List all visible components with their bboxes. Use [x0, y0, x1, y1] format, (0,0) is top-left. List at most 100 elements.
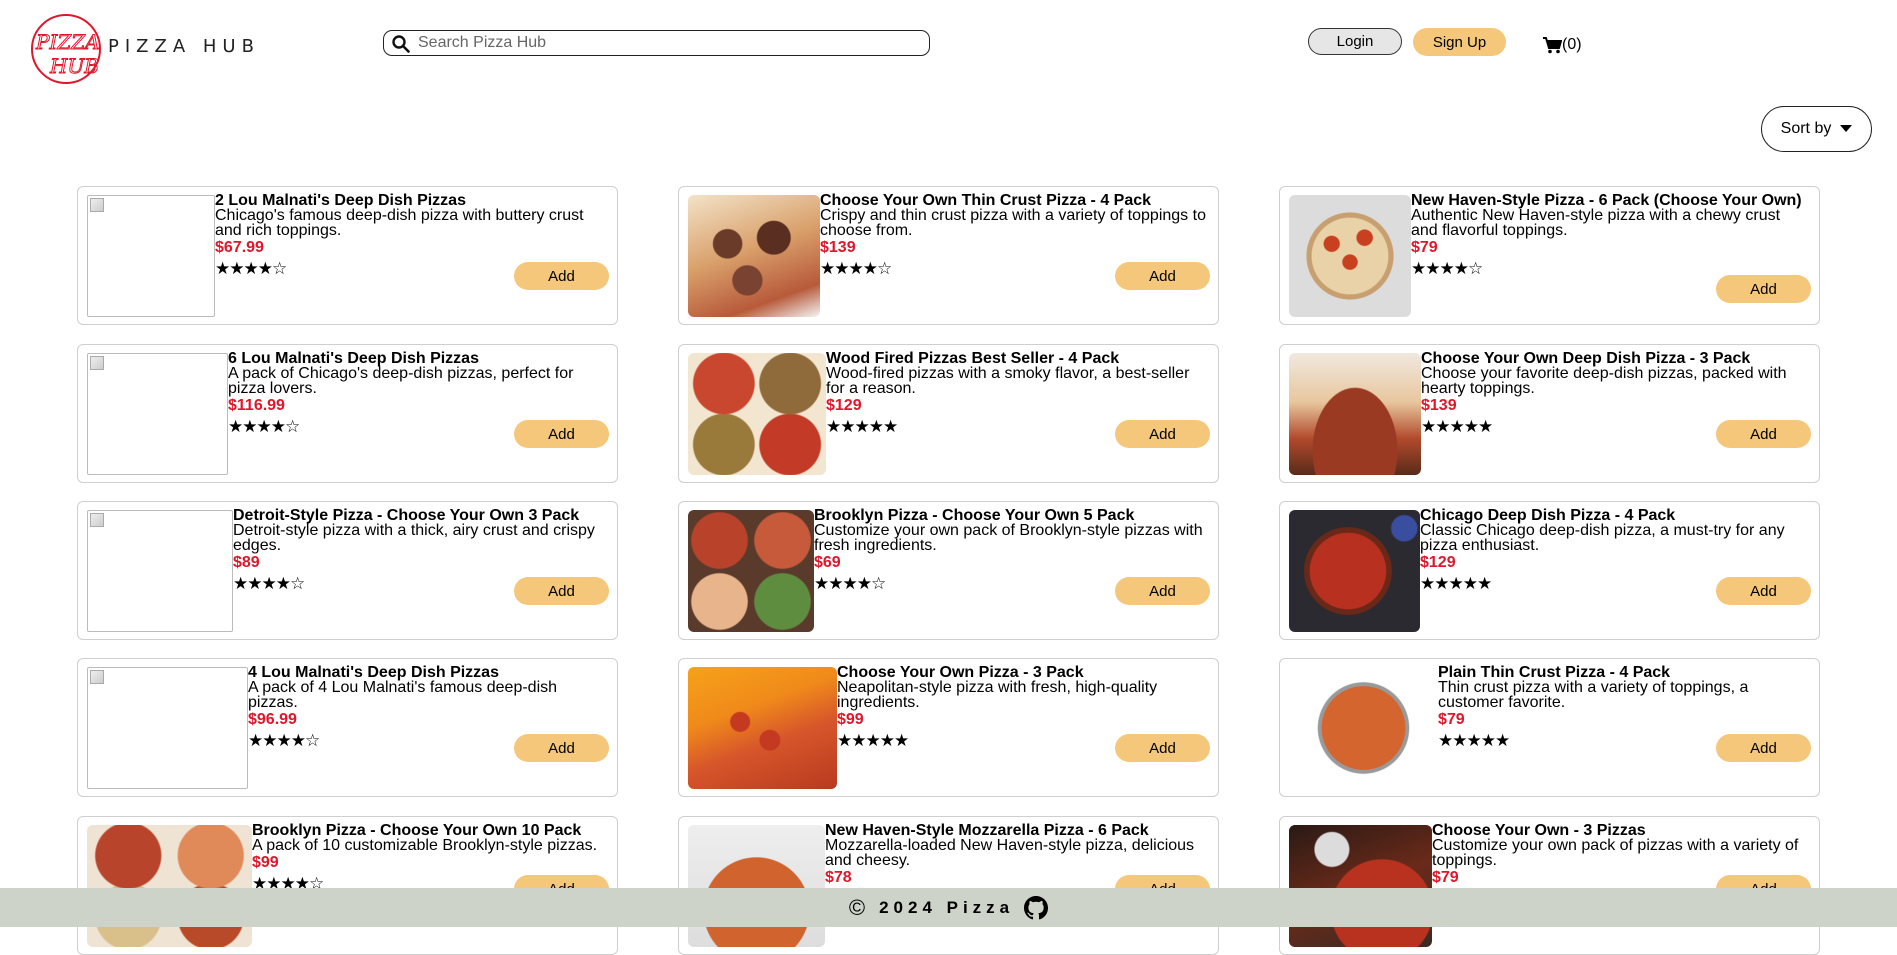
- product-card[interactable]: 2 Lou Malnati's Deep Dish Pizzas Chicago'…: [77, 186, 618, 325]
- product-description: Classic Chicago deep-dish pizza, a must-…: [1420, 522, 1785, 554]
- caret-down-icon: [1840, 125, 1853, 132]
- product-card[interactable]: Brooklyn Pizza - Choose Your Own 10 Pack…: [77, 816, 618, 955]
- product-card[interactable]: New Haven-Style Pizza - 6 Pack (Choose Y…: [1279, 186, 1820, 325]
- product-card[interactable]: Choose Your Own Thin Crust Pizza - 4 Pac…: [678, 186, 1219, 325]
- svg-text:HUB: HUB: [49, 54, 99, 78]
- product-price: $129: [1420, 554, 1456, 571]
- product-price: $89: [233, 554, 260, 571]
- search-bar[interactable]: [383, 30, 930, 56]
- product-image[interactable]: [688, 825, 825, 947]
- product-image[interactable]: [688, 510, 814, 632]
- product-image[interactable]: [1289, 510, 1420, 632]
- product-title[interactable]: 4 Lou Malnati's Deep Dish Pizzas: [248, 665, 609, 681]
- product-info: New Haven-Style Pizza - 6 Pack (Choose Y…: [1411, 193, 1811, 279]
- product-price: $139: [1421, 397, 1457, 414]
- product-description: Detroit-style pizza with a thick, airy c…: [233, 522, 595, 554]
- product-price: $116.99: [228, 397, 285, 414]
- add-to-cart-button[interactable]: Add: [1716, 420, 1811, 448]
- add-to-cart-button[interactable]: Add: [1115, 420, 1210, 448]
- add-to-cart-button[interactable]: Add: [514, 262, 609, 290]
- add-to-cart-button[interactable]: Add: [514, 420, 609, 448]
- product-card[interactable]: 6 Lou Malnati's Deep Dish Pizzas A pack o…: [77, 344, 618, 483]
- product-title[interactable]: Brooklyn Pizza - Choose Your Own 5 Pack: [814, 508, 1210, 524]
- product-image[interactable]: [87, 667, 248, 789]
- product-card[interactable]: New Haven-Style Mozzarella Pizza - 6 Pac…: [678, 816, 1219, 955]
- product-price: $79: [1438, 711, 1465, 728]
- product-price: $96.99: [248, 711, 297, 728]
- product-title[interactable]: New Haven-Style Pizza - 6 Pack (Choose Y…: [1411, 193, 1811, 209]
- product-title[interactable]: 6 Lou Malnati's Deep Dish Pizzas: [228, 351, 609, 367]
- product-card[interactable]: Choose Your Own Pizza - 3 Pack Neapolitan…: [678, 658, 1219, 797]
- product-description: Wood-fired pizzas with a smoky flavor, a…: [826, 365, 1190, 397]
- product-price: $99: [837, 711, 864, 728]
- product-title[interactable]: 2 Lou Malnati's Deep Dish Pizzas: [215, 193, 609, 209]
- search-input[interactable]: [418, 33, 918, 53]
- svg-text:PIZZA: PIZZA: [35, 30, 100, 54]
- product-image[interactable]: [688, 667, 837, 789]
- product-card[interactable]: 4 Lou Malnati's Deep Dish Pizzas A pack o…: [77, 658, 618, 797]
- product-title[interactable]: Choose Your Own Pizza - 3 Pack: [837, 665, 1210, 681]
- copyright-icon: ©: [848, 894, 866, 920]
- product-description: Crispy and thin crust pizza with a varie…: [820, 207, 1206, 239]
- product-title[interactable]: Plain Thin Crust Pizza - 4 Pack: [1438, 665, 1811, 681]
- footer: © 2024 Pizza: [0, 888, 1897, 927]
- github-icon[interactable]: [1024, 895, 1049, 920]
- login-button[interactable]: Login: [1308, 28, 1402, 55]
- product-price: $69: [814, 554, 841, 571]
- product-description: Choose your favorite deep-dish pizzas, p…: [1421, 365, 1787, 397]
- product-description: A pack of Chicago's deep-dish pizzas, pe…: [228, 365, 574, 397]
- product-price: $99: [252, 854, 279, 871]
- add-to-cart-button[interactable]: Add: [1115, 577, 1210, 605]
- product-title[interactable]: Detroit-Style Pizza - Choose Your Own 3 …: [233, 508, 609, 524]
- product-image[interactable]: [1289, 825, 1432, 947]
- sort-by-button[interactable]: Sort by: [1761, 106, 1872, 152]
- product-card[interactable]: Chicago Deep Dish Pizza - 4 Pack Classic …: [1279, 501, 1820, 640]
- add-to-cart-button[interactable]: Add: [1716, 275, 1811, 303]
- product-description: Thin crust pizza with a variety of toppi…: [1438, 679, 1749, 711]
- add-to-cart-button[interactable]: Add: [1716, 734, 1811, 762]
- brand-name: PIZZA HUB: [108, 36, 260, 57]
- product-image[interactable]: [87, 510, 233, 632]
- add-to-cart-button[interactable]: Add: [1115, 262, 1210, 290]
- search-icon: [392, 35, 410, 53]
- sort-by-label: Sort by: [1780, 120, 1832, 137]
- product-image[interactable]: [1289, 667, 1438, 789]
- add-to-cart-button[interactable]: Add: [514, 577, 609, 605]
- product-description: Authentic New Haven-style pizza with a c…: [1411, 207, 1781, 239]
- add-to-cart-button[interactable]: Add: [1115, 734, 1210, 762]
- product-image[interactable]: [1289, 353, 1421, 475]
- product-description: A pack of 10 customizable Brooklyn-style…: [252, 837, 598, 854]
- product-card[interactable]: Plain Thin Crust Pizza - 4 Pack Thin crus…: [1279, 658, 1820, 797]
- product-description: Chicago's famous deep-dish pizza with bu…: [215, 207, 584, 239]
- product-card[interactable]: Brooklyn Pizza - Choose Your Own 5 Pack C…: [678, 501, 1219, 640]
- product-description: Neapolitan-style pizza with fresh, high-…: [837, 679, 1158, 711]
- product-description: A pack of 4 Lou Malnati's famous deep-di…: [248, 679, 558, 711]
- product-title[interactable]: New Haven-Style Mozzarella Pizza - 6 Pac…: [825, 823, 1210, 839]
- product-title[interactable]: Choose Your Own Deep Dish Pizza - 3 Pack: [1421, 351, 1811, 367]
- product-card[interactable]: Wood Fired Pizzas Best Seller - 4 Pack Wo…: [678, 344, 1219, 483]
- product-card[interactable]: Choose Your Own Deep Dish Pizza - 3 Pack…: [1279, 344, 1820, 483]
- product-image[interactable]: [1289, 195, 1411, 317]
- product-description: Mozzarella-loaded New Haven-style pizza,…: [825, 837, 1195, 869]
- add-to-cart-button[interactable]: Add: [514, 734, 609, 762]
- product-title[interactable]: Brooklyn Pizza - Choose Your Own 10 Pack: [252, 823, 609, 839]
- product-title[interactable]: Wood Fired Pizzas Best Seller - 4 Pack: [826, 351, 1210, 367]
- product-image[interactable]: [87, 353, 228, 475]
- header: PIZZA HUB PIZZA HUB Login Sign Up (0): [0, 0, 1897, 95]
- product-title[interactable]: Chicago Deep Dish Pizza - 4 Pack: [1420, 508, 1811, 524]
- product-image[interactable]: [688, 353, 826, 475]
- footer-text: 2024 Pizza: [879, 897, 1015, 917]
- product-description: Customize your own pack of pizzas with a…: [1432, 837, 1799, 869]
- product-image[interactable]: [87, 825, 252, 947]
- product-card[interactable]: Choose Your Own - 3 Pizzas Customize your…: [1279, 816, 1820, 955]
- product-card[interactable]: Detroit-Style Pizza - Choose Your Own 3 …: [77, 501, 618, 640]
- product-title[interactable]: Choose Your Own - 3 Pizzas: [1432, 823, 1811, 839]
- product-price: $79: [1411, 239, 1438, 256]
- pizza-hub-logo-icon[interactable]: PIZZA HUB: [30, 13, 102, 85]
- product-title[interactable]: Choose Your Own Thin Crust Pizza - 4 Pac…: [820, 193, 1210, 209]
- signup-button[interactable]: Sign Up: [1413, 28, 1506, 56]
- product-image[interactable]: [688, 195, 820, 317]
- cart-button[interactable]: (0): [1543, 36, 1582, 54]
- add-to-cart-button[interactable]: Add: [1716, 577, 1811, 605]
- product-image[interactable]: [87, 195, 215, 317]
